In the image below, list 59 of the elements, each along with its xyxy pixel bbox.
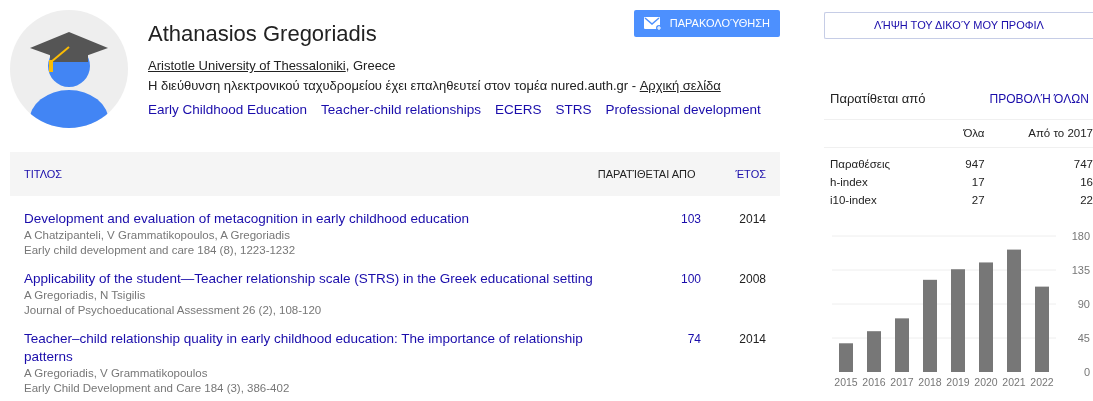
article-venue: Journal of Psychoeducational Assessment 26 (2), 108-120 — [24, 303, 323, 318]
article-authors: A Gregoriadis, N Tsigilis — [24, 288, 147, 303]
download-profile-button[interactable]: ΛΉΨΗ ΤΟΥ ΔΙΚΟΎ ΜΟΥ ΠΡΟΦΙΛ — [824, 12, 1093, 39]
x-axis-label: 2016 — [862, 375, 886, 388]
x-axis-label: 2017 — [890, 375, 914, 388]
article-year: 2014 — [738, 331, 766, 348]
email-verification-text: Η διεύθυνση ηλεκτρονικού ταχυδρομείου έχει επαληθευτεί στον τομέα nured.auth.gr - Αρχική σελίδα — [148, 77, 722, 95]
interest-link[interactable]: Early Childhood Education — [148, 102, 308, 117]
x-axis-label: 2018 — [918, 375, 942, 388]
article-authors: A Chatzipanteli, V Grammatikopoulos, A Gregoriadis — [24, 228, 291, 243]
cited-by-column-header: ΠΑΡΑΤΊΘΕΤΑΙ ΑΠΟ — [597, 166, 696, 182]
interest-link[interactable]: STRS — [555, 102, 592, 117]
metric-value: 747 — [984, 147, 1093, 174]
y-axis-label: 180 — [1071, 229, 1090, 242]
y-axis-label: 0 — [1083, 365, 1090, 378]
article-venue: Early Child Development and Care 184 (3), 386-402 — [24, 381, 291, 396]
y-axis-label: 45 — [1077, 331, 1090, 344]
title-column-header[interactable]: ΤΙΤΛΟΣ — [24, 165, 598, 183]
citation-count-link[interactable]: 103 — [641, 210, 701, 228]
metric-value: 16 — [984, 173, 1093, 192]
citation-bar — [895, 317, 909, 372]
affiliation-text: Aristotle University of Thessaloniki, Greece — [148, 57, 397, 75]
article-venue: Early child development and care 184 (8), 1223-1232 — [24, 243, 297, 258]
article-year: 2014 — [738, 211, 766, 228]
citation-bar — [867, 330, 881, 372]
article-title-link[interactable]: Development and evaluation of metacognition in early childhood education — [24, 210, 624, 228]
metric-value: 27 — [970, 192, 985, 208]
interest-link[interactable]: Professional development — [605, 102, 761, 117]
year-column-header[interactable]: ΈΤΟΣ — [735, 165, 766, 183]
x-axis-label: 2019 — [946, 375, 970, 388]
cited-by-heading: Παρατίθεται από — [830, 90, 926, 109]
metric-label: Παραθέσεις — [824, 147, 935, 174]
stats-column-header: Από το 2017 — [984, 119, 1093, 148]
y-axis-label: 90 — [1077, 297, 1090, 310]
article-authors: A Gregoriadis, V Grammatikopoulos — [24, 366, 209, 381]
article-title-link[interactable]: Applicability of the student—Teacher relationship scale (STRS) in the Greek educational setting — [24, 270, 624, 288]
metric-label: h-index — [829, 174, 869, 190]
x-axis-label: 2022 — [1030, 375, 1054, 388]
view-all-link[interactable]: ΠΡΟΒΟΛΉ ΌΛΩΝ — [989, 90, 1093, 108]
metric-value: 22 — [984, 191, 1093, 210]
x-axis-label: 2020 — [974, 375, 998, 388]
metric-value: 17 — [970, 174, 985, 190]
citation-bar — [839, 342, 853, 372]
interest-link[interactable]: ECERS — [494, 102, 542, 117]
mail-icon — [643, 16, 662, 31]
citation-count-link[interactable]: 100 — [641, 270, 701, 288]
stats-column-header: Όλα — [934, 119, 985, 148]
metric-label: i10-index — [829, 192, 878, 208]
y-axis-label: 135 — [1071, 263, 1090, 276]
homepage-link[interactable]: Αρχική σελίδα — [639, 78, 721, 93]
x-axis-label: 2015 — [834, 375, 858, 388]
citation-count-link[interactable]: 74 — [641, 330, 701, 348]
interest-link[interactable]: Teacher-child relationships — [321, 102, 481, 117]
metric-value: 947 — [934, 147, 985, 174]
article-title-link[interactable]: Teacher–child relationship quality in early childhood education: The importance of relationship patterns — [24, 330, 624, 366]
x-axis-label: 2021 — [1002, 375, 1026, 388]
article-year: 2008 — [738, 271, 766, 288]
affiliation-link[interactable]: Aristotle University of Thessaloniki — [148, 58, 346, 73]
profile-name: Athanasios Gregoriadis — [148, 20, 377, 48]
